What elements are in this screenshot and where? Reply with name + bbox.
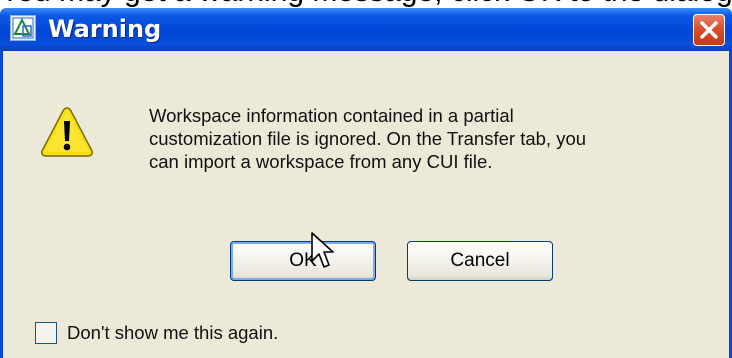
warning-message: Workspace information contained in a par… [149,104,689,173]
cancel-button[interactable]: Cancel [407,241,553,281]
message-line: Workspace information contained in a par… [149,105,514,126]
warning-triangle-icon [41,107,93,157]
mouse-pointer-icon [311,232,334,268]
ok-button[interactable]: OK [230,241,376,281]
window-title: Warning [48,15,162,43]
title-bar[interactable]: Warning [0,8,732,51]
message-line: customization file is ignored. On the Tr… [149,128,587,149]
dont-show-again-checkbox[interactable] [35,322,57,344]
dont-show-again-label[interactable]: Don't show me this again. [67,321,278,345]
message-line: can import a workspace from any CUI file… [149,151,493,172]
warning-dialog: Warning Workspace information contained … [0,8,732,358]
close-button[interactable] [693,14,725,46]
autocad-app-icon [10,15,36,41]
close-icon [700,21,718,39]
dialog-body: Workspace information contained in a par… [0,51,732,358]
